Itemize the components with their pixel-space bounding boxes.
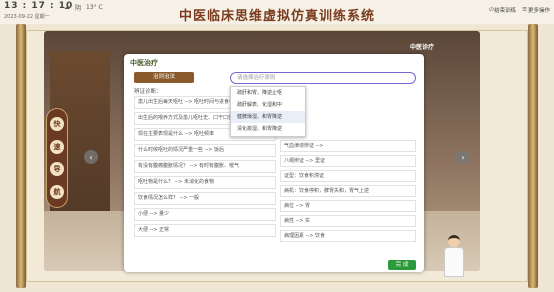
- list-item: 呕吐物是什么？ --> 未消化的食物: [134, 176, 276, 189]
- prev-arrow-icon[interactable]: ‹: [84, 150, 98, 164]
- list-item: 有没有腹痛腹胀情况？ --> 有时有腹胀、嗳气: [134, 160, 276, 173]
- quick-nav-char: 导: [50, 162, 64, 177]
- done-button[interactable]: 完 成: [388, 260, 416, 270]
- quick-nav-char: 快: [50, 117, 64, 132]
- treatment-modal: 中医治疗 治则治法 请选择治疗原则 疏肝和胃、降逆止呕 疏肝解表、化湿和中 健脾…: [124, 54, 424, 272]
- exit-icon: ⏻: [488, 6, 494, 13]
- principle-search-input[interactable]: 请选择治疗原则: [230, 72, 416, 84]
- next-arrow-icon[interactable]: ›: [456, 150, 470, 164]
- modal-title: 中医治疗: [130, 59, 158, 67]
- list-item: 病理因素 --> 饮食: [280, 230, 416, 242]
- list-item: 病性 --> 实: [280, 215, 416, 227]
- dropdown-option[interactable]: 清化痰湿、和胃降逆: [231, 123, 305, 135]
- dropdown-option[interactable]: 健脾燥湿、和胃降逆: [231, 111, 305, 123]
- doctor-avatar: [440, 233, 468, 277]
- list-item: 什么时候呕吐的情况严重一些 --> 饭后: [134, 144, 276, 157]
- scroll-rod-right: [528, 24, 538, 288]
- list-item: 证型：饮食积滞证: [280, 170, 416, 182]
- tab-treatment-principle[interactable]: 治则治法: [134, 72, 194, 83]
- list-item: 病位 --> 胃: [280, 200, 416, 212]
- top-bar: 13 : 17 : 10 2023-09-22 星期一 ☁ 阴 13° C 中医…: [0, 0, 554, 24]
- dropdown-option[interactable]: 疏肝解表、化湿和中: [231, 99, 305, 111]
- list-item: 大便 --> 正常: [134, 224, 276, 237]
- doctor-body: [444, 247, 464, 277]
- scroll-rod-left: [16, 24, 26, 288]
- scene-tag: 中医诊疗: [410, 44, 435, 51]
- list-item: 小便 --> 量少: [134, 208, 276, 221]
- list-item: 气血津液辨证 -->: [280, 140, 416, 152]
- list-item: 饮食情况怎么样？ --> 一般: [134, 192, 276, 205]
- principle-dropdown: 疏肝和胃、降逆止呕 疏肝解表、化湿和中 健脾燥湿、和胃降逆 清化痰湿、和胃降逆: [230, 86, 306, 137]
- more-actions-button[interactable]: ☰ 更多操作: [522, 6, 550, 14]
- dropdown-option[interactable]: 疏肝和胃、降逆止呕: [231, 87, 305, 99]
- history-label: 辨证诊断：: [134, 89, 162, 95]
- menu-icon: ☰: [522, 7, 527, 13]
- diagnosis-list: 气血津液辨证 --> 八纲辨证 --> 里证 证型：饮食积滞证 病机：饮食停积，…: [280, 140, 416, 250]
- app-title: 中医临床思维虚拟仿真训练系统: [178, 9, 375, 24]
- doctor-head: [448, 235, 460, 247]
- list-item: 八纲辨证 --> 里证: [280, 155, 416, 167]
- list-item: 病机：饮食停积，脾胃失和，胃气上逆: [280, 185, 416, 197]
- quick-nav[interactable]: 快 速 导 航: [46, 108, 68, 208]
- quick-nav-char: 航: [50, 184, 64, 199]
- end-training-button[interactable]: ⏻ 结束训练: [488, 6, 516, 15]
- quick-nav-char: 速: [50, 139, 64, 154]
